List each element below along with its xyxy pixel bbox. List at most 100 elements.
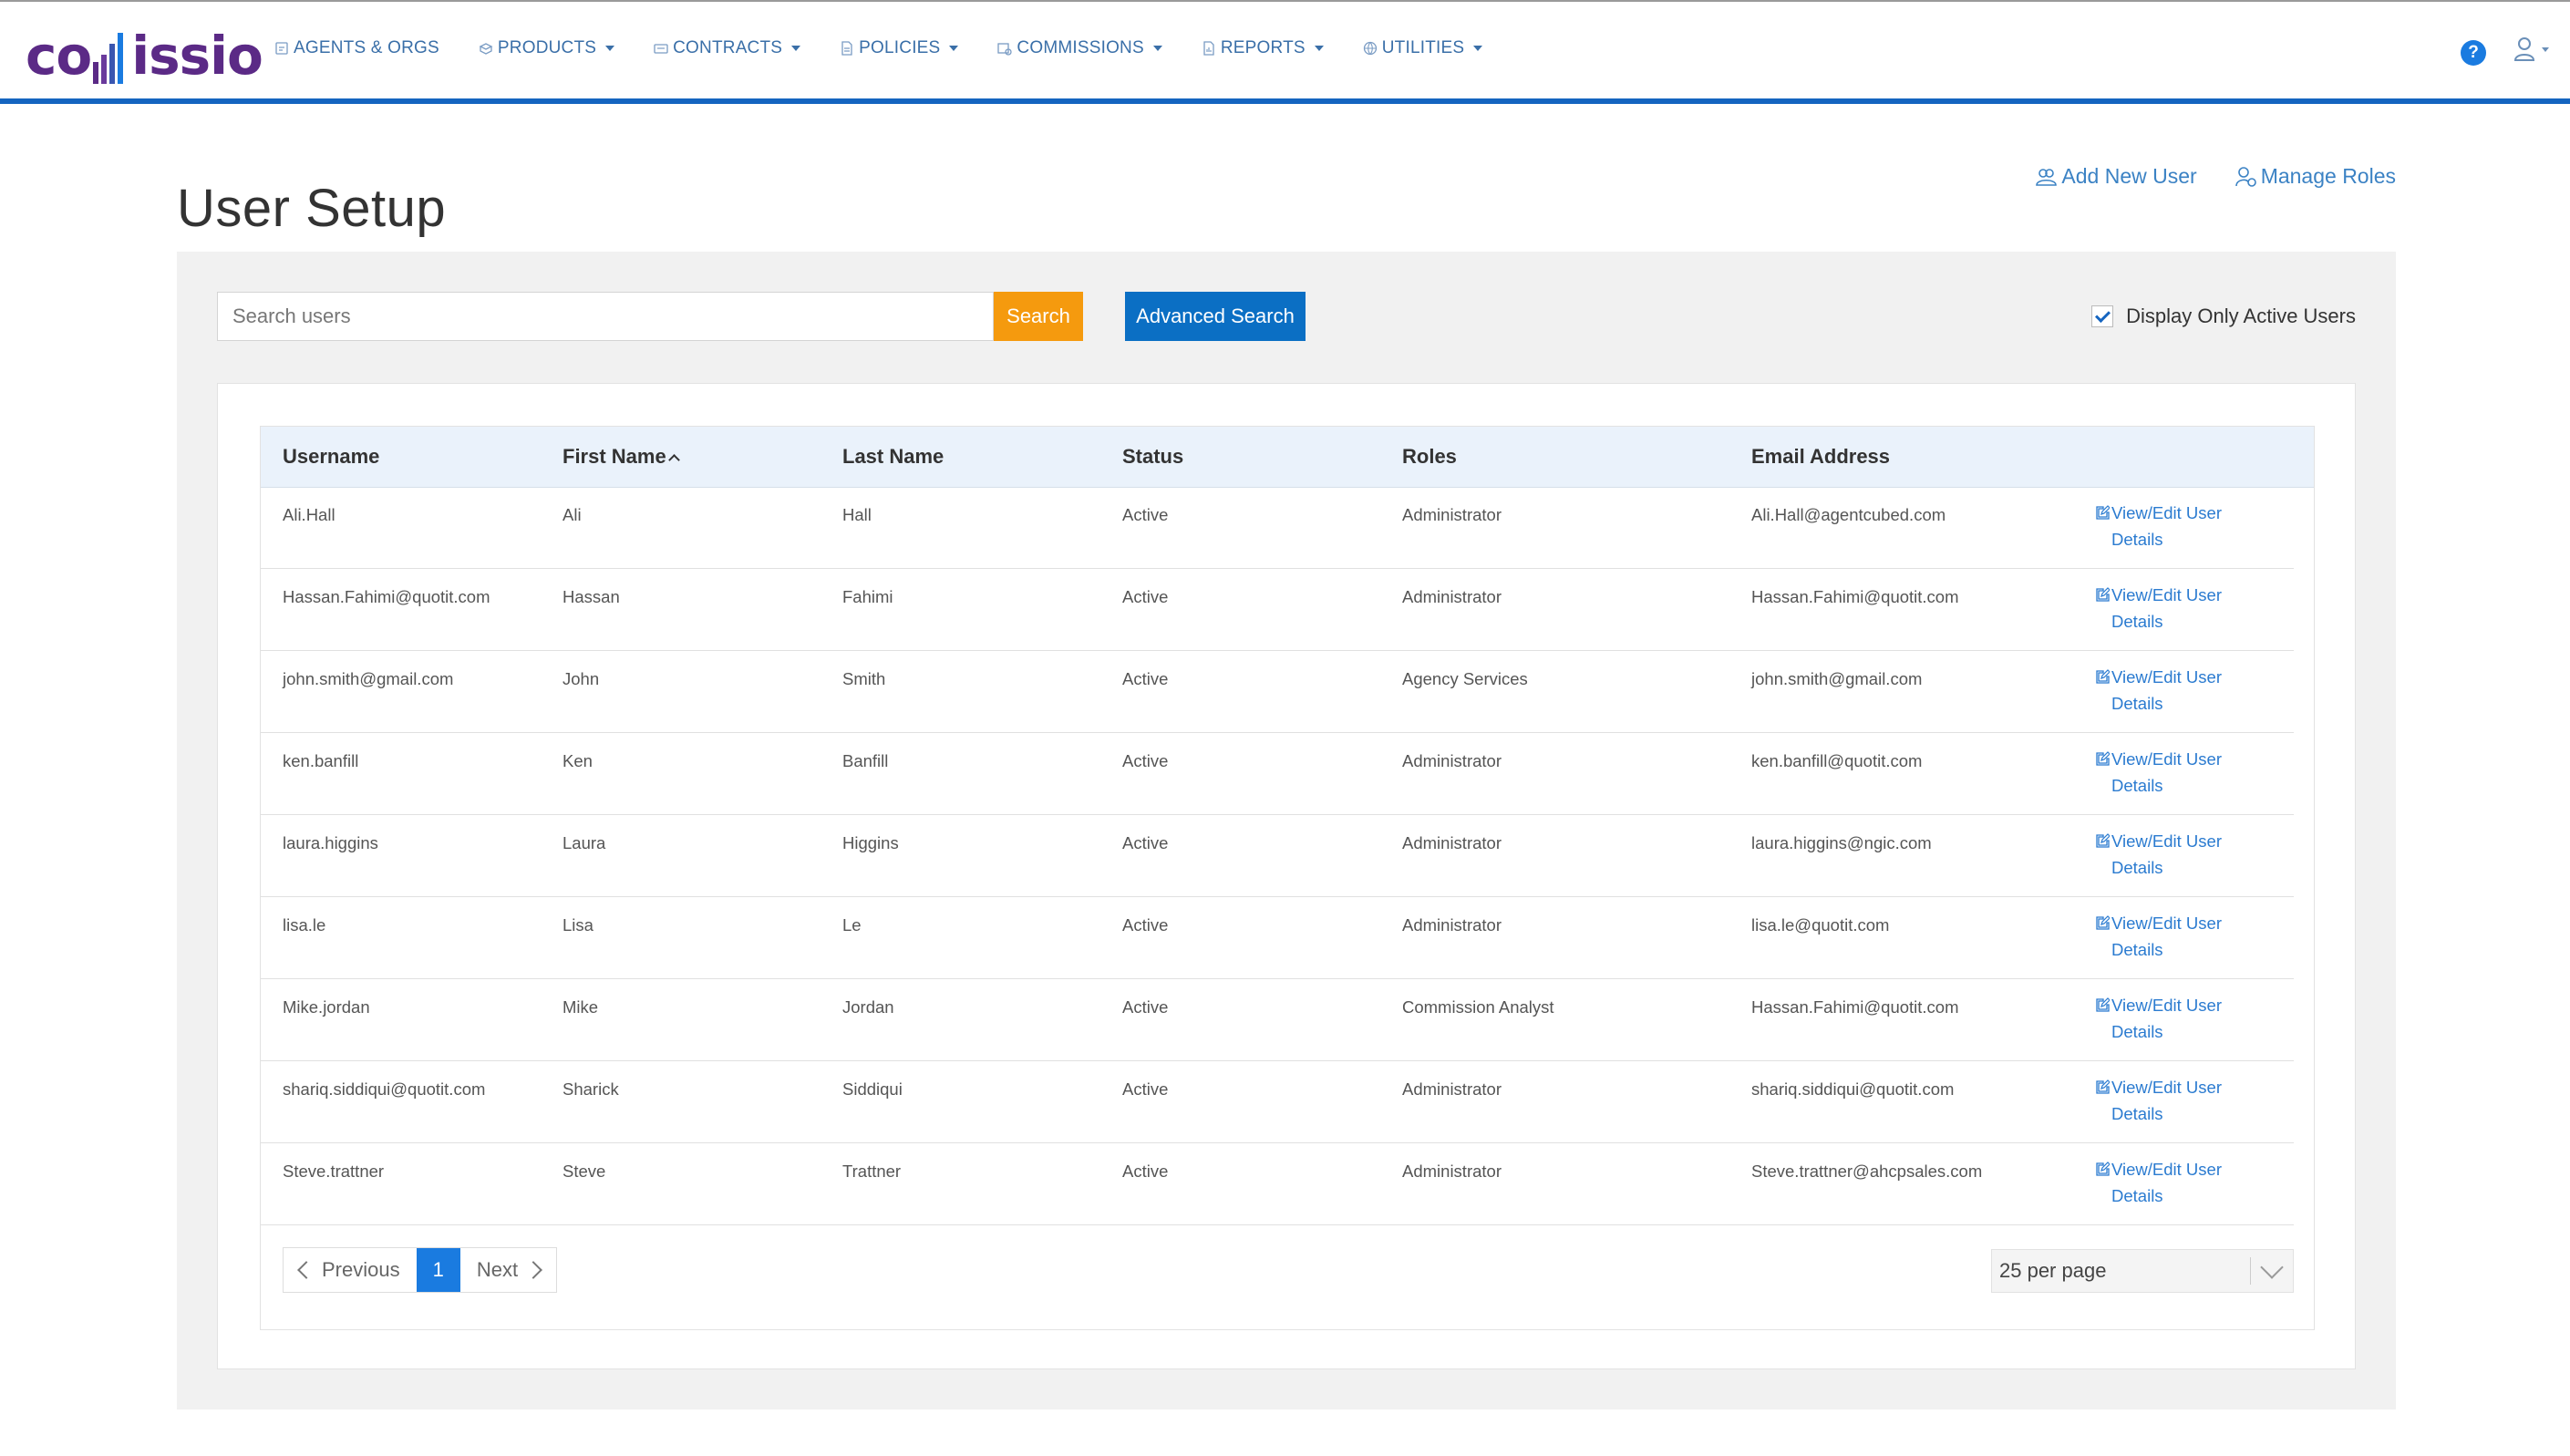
cell-email: john.smith@gmail.com <box>1751 669 1923 688</box>
table-row: lisa.le Lisa Le Active Administrator lisa.le@… <box>261 897 2294 979</box>
chevron-down-icon <box>949 46 959 51</box>
view-edit-user-link[interactable]: View/Edit User Details <box>2095 910 2232 963</box>
edit-icon <box>2095 664 2111 691</box>
cell-last-name: Jordan <box>842 997 894 1017</box>
table-row: laura.higgins Laura Higgins Active Administr… <box>261 815 2294 897</box>
view-edit-user-link[interactable]: View/Edit User Details <box>2095 828 2232 881</box>
cell-status: Active <box>1122 1079 1169 1099</box>
user-search-panel: Search Advanced Search Display Only Acti… <box>177 252 2396 1410</box>
view-edit-user-link[interactable]: View/Edit User Details <box>2095 1156 2232 1209</box>
manage-roles-icon <box>2235 166 2256 187</box>
chevron-down-icon <box>605 46 615 51</box>
products-icon <box>478 40 494 57</box>
next-page-button[interactable]: Next <box>460 1248 556 1292</box>
cell-first-name: John <box>563 669 600 688</box>
cell-username: Ali.Hall <box>283 505 335 524</box>
commissio-logo[interactable]: co issio <box>26 18 263 86</box>
nav-item-agents-orgs[interactable]: AGENTS & ORGS <box>274 38 439 58</box>
cell-username: shariq.siddiqui@quotit.com <box>283 1079 486 1099</box>
chevron-down-icon <box>791 46 801 51</box>
nav-item-utilities[interactable]: UTILITIES <box>1362 38 1483 58</box>
nav-item-policies[interactable]: POLICIES <box>839 38 959 58</box>
nav-item-label: PRODUCTS <box>497 38 597 57</box>
cell-username: Mike.jordan <box>283 997 370 1017</box>
help-icon[interactable]: ? <box>2461 40 2486 66</box>
nav-item-products[interactable]: PRODUCTS <box>478 38 615 58</box>
chevron-down-icon <box>2260 1255 2284 1279</box>
header-username[interactable]: Username <box>283 427 379 487</box>
cell-last-name: Fahimi <box>842 587 893 606</box>
user-icon <box>2514 37 2535 61</box>
cell-last-name: Hall <box>842 505 872 524</box>
cell-first-name: Ken <box>563 751 593 770</box>
nav-item-reports[interactable]: REPORTS <box>1201 38 1324 58</box>
header-roles[interactable]: Roles <box>1402 427 1457 487</box>
manage-roles-label: Manage Roles <box>2260 164 2396 188</box>
chevron-down-icon <box>1314 46 1324 51</box>
cell-status: Active <box>1122 1162 1169 1181</box>
cell-roles: Administrator <box>1402 751 1502 770</box>
add-new-user-link[interactable]: Add New User <box>2036 164 2197 189</box>
cell-username: Steve.trattner <box>283 1162 385 1181</box>
nav-item-label: UTILITIES <box>1381 38 1465 57</box>
page-title: User Setup <box>177 178 447 238</box>
cell-roles: Administrator <box>1402 505 1502 524</box>
header-email[interactable]: Email Address <box>1751 427 1890 487</box>
active-users-checkbox[interactable] <box>2091 305 2114 327</box>
view-edit-user-link[interactable]: View/Edit User Details <box>2095 664 2232 717</box>
cell-roles: Agency Services <box>1402 669 1528 688</box>
cell-roles: Commission Analyst <box>1402 997 1554 1017</box>
cell-email: Hassan.Fahimi@quotit.com <box>1751 997 1959 1017</box>
cell-status: Active <box>1122 833 1169 852</box>
per-page-select[interactable]: 25 per page <box>1991 1249 2294 1293</box>
edit-icon <box>2095 828 2111 855</box>
cell-email: Ali.Hall@agentcubed.com <box>1751 505 1946 524</box>
cell-email: ken.banfill@quotit.com <box>1751 751 1923 770</box>
view-edit-user-link[interactable]: View/Edit User Details <box>2095 992 2232 1045</box>
manage-roles-link[interactable]: Manage Roles <box>2235 164 2396 189</box>
cell-roles: Administrator <box>1402 915 1502 935</box>
header-last-name[interactable]: Last Name <box>842 427 944 487</box>
table-row: shariq.siddiqui@quotit.com Sharick Siddiqu… <box>261 1061 2294 1143</box>
advanced-search-button[interactable]: Advanced Search <box>1125 292 1306 341</box>
main-nav: AGENTS & ORGS PRODUCTS CONTRACTS POLICIES CO… <box>274 38 1521 58</box>
pagination: Previous 1 Next <box>283 1247 558 1293</box>
nav-item-contracts[interactable]: CONTRACTS <box>653 38 801 58</box>
logo-text-left: co <box>26 25 92 87</box>
commissions-icon <box>996 40 1013 57</box>
logo-bars-icon <box>93 33 124 84</box>
users-table: Username First Name Last Name Status Rol… <box>260 426 2315 1330</box>
cell-last-name: Higgins <box>842 833 899 852</box>
chevron-down-icon <box>1473 46 1483 51</box>
header-first-name[interactable]: First Name <box>563 427 680 487</box>
per-page-value: 25 per page <box>1999 1259 2107 1282</box>
previous-page-button[interactable]: Previous <box>284 1248 417 1292</box>
page-1-button[interactable]: 1 <box>416 1248 460 1292</box>
cell-first-name: Lisa <box>563 915 593 935</box>
view-edit-user-link[interactable]: View/Edit User Details <box>2095 746 2232 799</box>
nav-item-commissions[interactable]: COMMISSIONS <box>996 38 1162 58</box>
nav-item-label: COMMISSIONS <box>1017 38 1144 57</box>
chevron-down-icon <box>1152 46 1162 51</box>
page-actions: Add New User Manage Roles <box>1997 164 2396 189</box>
cell-roles: Administrator <box>1402 587 1502 606</box>
view-edit-user-link[interactable]: View/Edit User Details <box>2095 1074 2232 1127</box>
edit-icon <box>2095 582 2111 609</box>
chevron-down-icon <box>2542 46 2549 52</box>
cell-roles: Administrator <box>1402 1162 1502 1181</box>
view-edit-user-link[interactable]: View/Edit User Details <box>2095 582 2232 635</box>
table-row: Mike.jordan Mike Jordan Active Commission An… <box>261 979 2294 1061</box>
cell-username: lisa.le <box>283 915 326 935</box>
user-menu[interactable] <box>2514 36 2549 62</box>
search-button[interactable]: Search <box>994 292 1083 341</box>
cell-status: Active <box>1122 505 1169 524</box>
cell-email: Steve.trattner@ahcpsales.com <box>1751 1162 1983 1181</box>
header-status[interactable]: Status <box>1122 427 1183 487</box>
cell-email: shariq.siddiqui@quotit.com <box>1751 1079 1955 1099</box>
view-edit-user-link[interactable]: View/Edit User Details <box>2095 500 2232 552</box>
search-input[interactable] <box>217 292 994 341</box>
cell-username: Hassan.Fahimi@quotit.com <box>283 587 490 606</box>
edit-icon <box>2095 1074 2111 1101</box>
cell-email: lisa.le@quotit.com <box>1751 915 1890 935</box>
active-users-filter[interactable]: Display Only Active Users <box>2091 305 2356 328</box>
